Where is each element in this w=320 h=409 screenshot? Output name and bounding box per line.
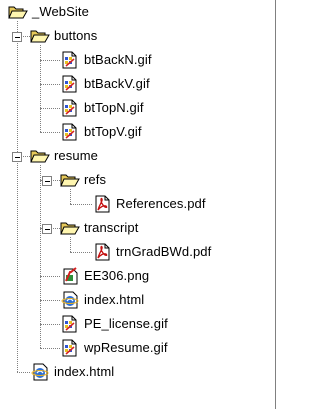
tree-connector-vertical [70,189,71,204]
tree-connector-vertical [17,21,18,372]
tree-connector-horizontal [40,324,60,325]
tree-connector-horizontal [40,60,60,61]
pdf-file-icon [92,243,112,261]
gif-image-icon [60,99,80,117]
tree-connector-horizontal [70,252,92,253]
tree-connector-horizontal [40,300,60,301]
tree-item-label: refs [84,172,107,187]
collapse-toggle-icon[interactable] [42,176,52,186]
tree-item-label: _WebSite [32,4,89,19]
folder-open-icon [60,219,80,237]
folder-open-icon [30,147,50,165]
folder-open-icon [30,27,50,45]
png-image-icon [60,267,80,285]
folder-open-icon [8,3,28,21]
tree-item-label: index.html [84,292,145,307]
tree-item-label: EE306.png [84,268,150,283]
tree-item-label: buttons [54,28,98,43]
tree-item-label: btTopN.gif [84,100,144,115]
tree-item-label: index.html [54,364,115,379]
tree-connector-horizontal [40,84,60,85]
tree-connector-horizontal [40,276,60,277]
gif-image-icon [60,75,80,93]
tree-connector-horizontal [40,132,60,133]
tree-item-label: resume [54,148,98,163]
tree-item-label: transcript [84,220,139,235]
pdf-file-icon [92,195,112,213]
collapse-toggle-icon[interactable] [12,32,22,42]
collapse-toggle-icon[interactable] [12,152,22,162]
file-tree: _WebSitebuttons btBackN.gif btBackV.gif btT… [0,0,276,409]
tree-item-label: btTopV.gif [84,124,142,139]
tree-item-label: References.pdf [116,196,206,211]
tree-item-label: btBackV.gif [84,76,150,91]
tree-connector-horizontal [40,348,60,349]
gif-image-icon [60,123,80,141]
tree-item-label: wpResume.gif [84,340,168,355]
gif-image-icon [60,51,80,69]
frame-border [275,0,276,409]
tree-connector-vertical [70,237,71,252]
tree-item-label: PE_license.gif [84,316,168,331]
tree-item-label: btBackN.gif [84,52,152,67]
gif-image-icon [60,315,80,333]
tree-connector-vertical [40,165,41,348]
tree-connector-horizontal [40,108,60,109]
tree-connector-horizontal [70,204,92,205]
html-file-icon [60,291,80,309]
html-file-icon [30,363,50,381]
tree-item-label: trnGradBWd.pdf [116,244,212,259]
tree-connector-horizontal [17,372,30,373]
collapse-toggle-icon[interactable] [42,224,52,234]
folder-open-icon [60,171,80,189]
tree-connector-vertical [40,45,41,132]
gif-image-icon [60,339,80,357]
